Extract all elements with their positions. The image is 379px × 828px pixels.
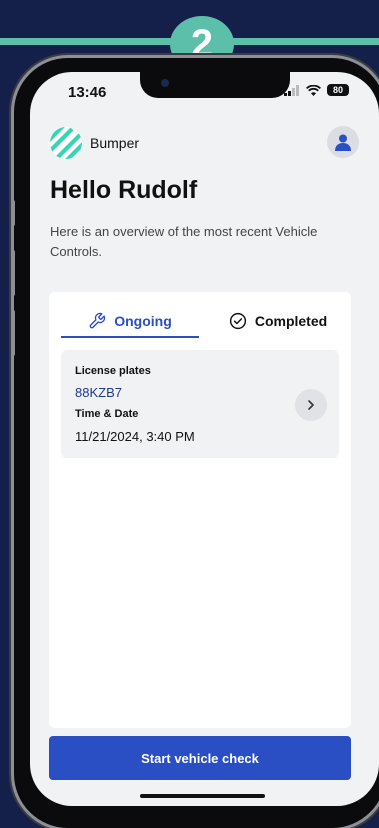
tab-completed[interactable]: Completed [209,306,347,336]
active-tab-indicator [61,336,199,338]
user-icon [335,134,351,151]
tab-ongoing-label: Ongoing [114,313,172,329]
bumper-logo-icon [50,127,82,159]
tab-completed-label: Completed [254,313,328,329]
camera-icon [161,79,169,87]
vehicle-check-item[interactable]: License plates 88KZB7 Time & Date 11/21/… [61,350,339,458]
greeting-title: Hello Rudolf [50,176,198,204]
license-plate-value: 88KZB7 [75,385,122,400]
wifi-icon [306,84,321,96]
status-icons: 80 [284,84,349,96]
tab-ongoing[interactable]: Ongoing [61,306,199,336]
time-date-label: Time & Date [75,408,139,420]
phone-side-button [11,250,15,296]
brand-name: Bumper [90,135,140,151]
battery-icon: 80 [327,84,349,96]
status-time: 13:46 [68,84,107,101]
wrench-icon [89,312,106,329]
brand: Bumper [50,127,139,159]
time-date-value: 11/21/2024, 3:40 PM [75,429,195,444]
profile-avatar-button[interactable] [327,126,359,158]
phone-side-button [11,200,15,226]
phone-side-button [11,310,15,356]
start-vehicle-check-button[interactable]: Start vehicle check [49,736,351,780]
open-vehicle-check-button[interactable] [295,389,327,421]
notch [140,72,290,98]
home-indicator [140,794,265,798]
chevron-right-icon [308,400,314,410]
signal-icon [284,84,299,96]
check-circle-icon [229,312,246,330]
phone-screen: 13:46 80 Bumper Hello Rudolf Here is an … [30,72,379,806]
license-plates-label: License plates [75,365,151,377]
vehicle-controls-card: Ongoing Completed License plates 88KZB7 … [49,292,351,728]
overview-text: Here is an overview of the most recent V… [50,224,318,259]
